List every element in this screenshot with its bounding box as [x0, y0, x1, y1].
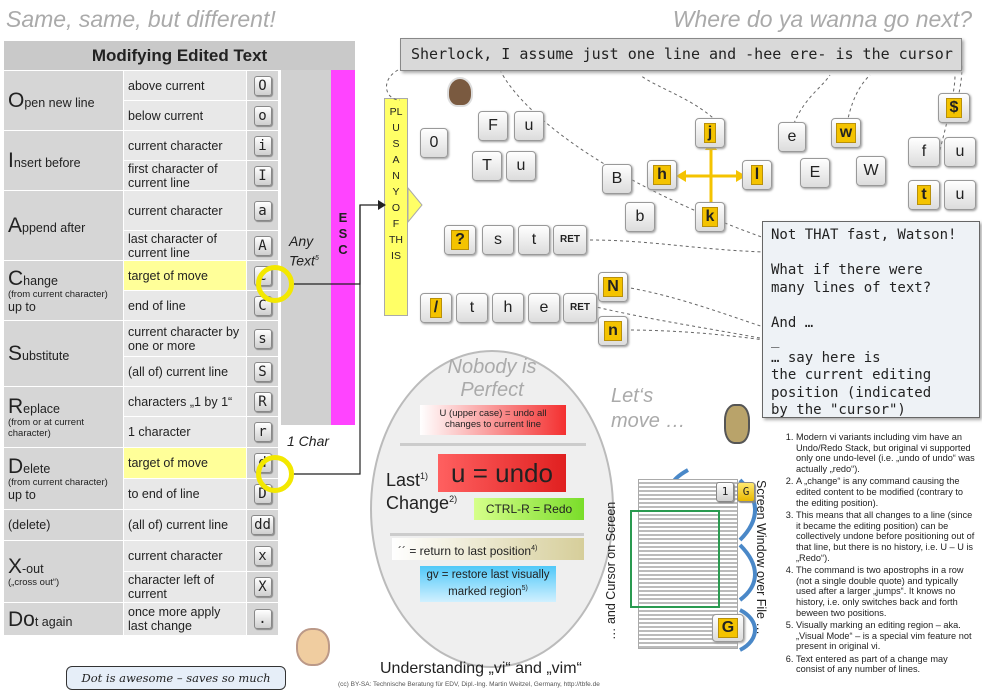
credit-line: (cc) BY-SA: Technische Beratung für EDV,…: [338, 681, 600, 688]
footnote: Modern vi variants including vim have an…: [796, 432, 978, 474]
last-label: Last1): [386, 470, 429, 490]
change-label: Change2): [386, 493, 458, 513]
bubble-title: Nobody is Perfect: [447, 356, 537, 401]
watson-line-3: many lines of text?: [771, 279, 932, 296]
watson-box: Not THAT fast, Watson! What if there wer…: [762, 221, 980, 418]
key-B: B: [602, 164, 632, 194]
cursor-screen-label: … and Cursor on Screen: [604, 501, 618, 640]
key-s: s: [482, 225, 514, 255]
diagram-canvas: Same, same, but different! Where do ya w…: [0, 0, 982, 694]
watson-line-2: What if there were: [771, 262, 923, 278]
undo-button-graphic: u = undo: [438, 454, 566, 492]
key-T: T: [472, 151, 502, 181]
screen-window-label: Screen Window over File …: [754, 480, 768, 635]
footnote: The command is two apostrophs in a row (…: [796, 565, 978, 618]
watson-line-4: And …: [771, 314, 814, 331]
watson-line-6: … say here is: [771, 349, 881, 366]
lets-move-label: Let‘s move …: [611, 385, 686, 432]
dot-bubble: Dot is awesome – saves so much work!: [66, 666, 286, 694]
key-h: h: [647, 160, 677, 190]
sherlock-text-line: Sherlock, I assume just one line and -he…: [400, 38, 962, 71]
key-f: f: [908, 137, 940, 167]
key-zero: 0: [420, 128, 448, 158]
screen-window-frame: [630, 510, 720, 608]
watson-line-7: the current editing: [771, 367, 932, 383]
key-question: ?: [444, 225, 476, 255]
watson-line-5: _: [771, 332, 780, 348]
key-u3: u: [944, 137, 976, 167]
footnote: This means that all changes to a line (s…: [796, 510, 978, 563]
key-e: e: [778, 122, 806, 152]
key-b: b: [625, 202, 655, 232]
watson-avatar: [724, 404, 750, 444]
watson-line-9: by the "cursor"): [771, 402, 906, 418]
key-k: k: [695, 202, 725, 232]
key-u4: u: [944, 180, 976, 210]
redo-graphic: CTRL-R = Redo: [474, 498, 584, 520]
key-t: t: [908, 180, 940, 210]
watson-line-1: Not THAT fast, Watson!: [771, 227, 957, 243]
key-t3: t: [456, 293, 488, 323]
key-t2: t: [518, 225, 550, 255]
watson-line-8: position (indicated: [771, 384, 932, 401]
footnotes: Modern vi variants including vim have an…: [780, 432, 978, 677]
key-n: n: [598, 316, 628, 346]
key-j: j: [695, 118, 725, 148]
worker-avatar: [296, 628, 330, 666]
key-ret2: RET: [563, 293, 597, 323]
key-dollar: $: [938, 93, 970, 123]
key-W: W: [856, 156, 886, 186]
key-l: l: [742, 160, 772, 190]
U-undo-note: U (upper case) = undo all changes to cur…: [420, 405, 566, 435]
footnote: Text entered as part of a change may con…: [796, 654, 978, 675]
key-u2: u: [506, 151, 536, 181]
return-note: ´´ = return to last position4): [392, 538, 584, 560]
footnote: Visually marking an editing region – aka…: [796, 620, 978, 652]
key-ret1: RET: [553, 225, 587, 255]
key-u1: u: [514, 111, 544, 141]
gv-note: gv = restore last visually marked region…: [420, 566, 556, 602]
sherlock-avatar: [447, 77, 473, 107]
key-G: G: [712, 614, 744, 642]
key-F: F: [478, 111, 508, 141]
bottom-title: Understanding „vi“ and „vim“: [380, 660, 582, 677]
key-E: E: [800, 158, 830, 188]
key-e2: e: [528, 293, 560, 323]
key-slash: /: [420, 293, 452, 323]
footnote: A „change“ is any command causing the ed…: [796, 476, 978, 508]
key-w: w: [831, 118, 861, 148]
key-hh: h: [492, 293, 524, 323]
key-N: N: [598, 272, 628, 302]
